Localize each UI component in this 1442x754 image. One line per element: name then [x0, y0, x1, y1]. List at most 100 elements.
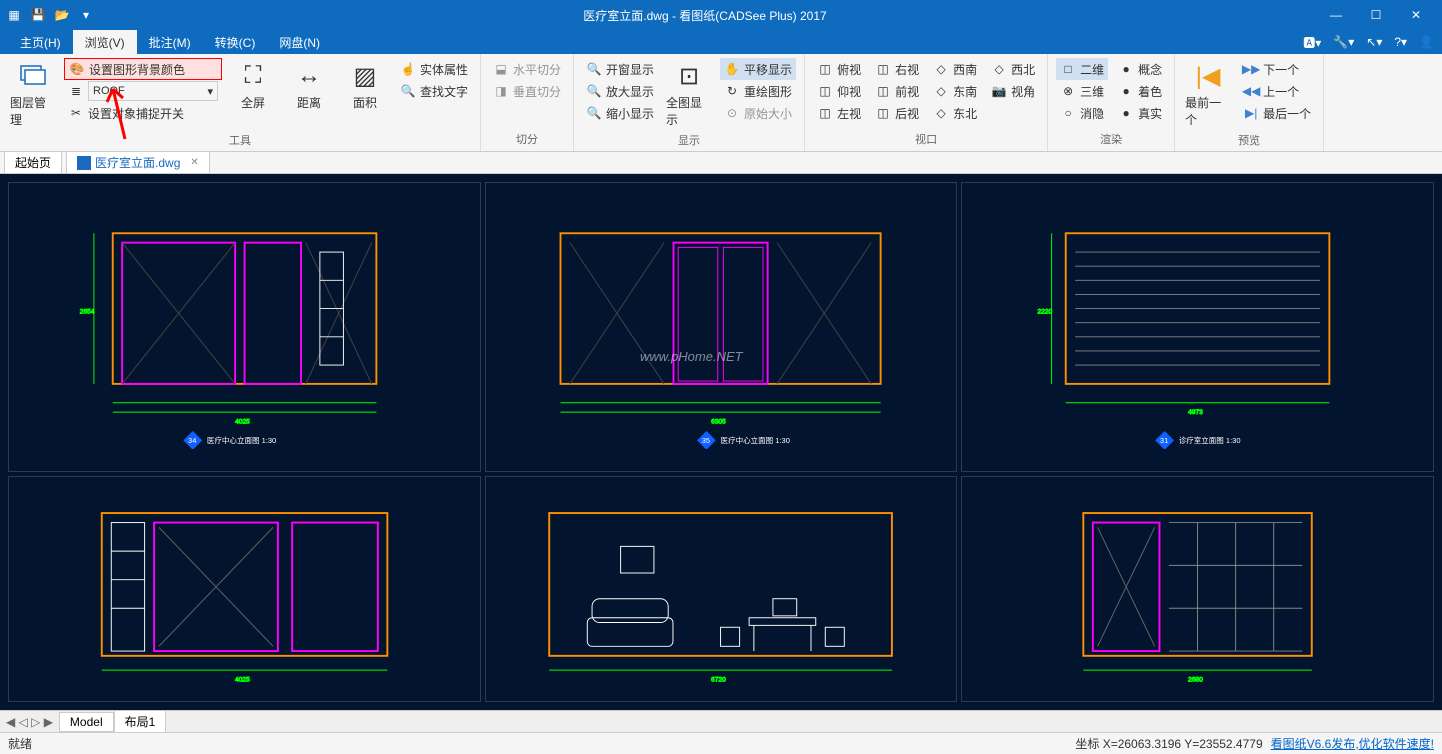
- se-view-button[interactable]: ◇东南: [929, 80, 981, 102]
- original-size-button: ⊙原始大小: [720, 102, 796, 124]
- minimize-button[interactable]: —: [1316, 0, 1356, 30]
- sw-view-button[interactable]: ◇西南: [929, 58, 981, 80]
- elevation-31: 4973 2220 31诊疗室立面图 1:30: [974, 205, 1421, 450]
- elevation-b1: 4025: [21, 494, 468, 684]
- first-button[interactable]: |◀ 最前一个: [1183, 58, 1233, 130]
- layout-nav-arrows[interactable]: ◀ ◁ ▷ ▶: [0, 715, 59, 729]
- menu-home[interactable]: 主页(H): [8, 30, 73, 54]
- cube-icon: ◫: [817, 61, 833, 77]
- v-split-button: ◨ 垂直切分: [489, 80, 565, 102]
- svg-text:诊疗室立面图 1:30: 诊疗室立面图 1:30: [1179, 435, 1241, 445]
- last-icon: ▶|: [1243, 105, 1259, 121]
- svg-text:31: 31: [1160, 436, 1168, 445]
- layer-manage-button[interactable]: 图层管理: [8, 58, 58, 130]
- elevation-b3: 2680: [974, 494, 1421, 684]
- zoom-out-button[interactable]: 🔍缩小显示: [582, 102, 658, 124]
- entity-props-button[interactable]: ☝ 实体属性: [396, 58, 472, 80]
- tab-start[interactable]: 起始页: [4, 151, 62, 173]
- rings-icon: ⊗: [1060, 83, 1076, 99]
- save-icon[interactable]: 💾: [30, 7, 46, 23]
- concept-button[interactable]: ●概念: [1114, 58, 1166, 80]
- color-icon: 🎨: [69, 61, 85, 77]
- zoom-window-icon: 🔍: [586, 61, 602, 77]
- menu-view[interactable]: 浏览(V): [73, 30, 137, 54]
- prev-icon: ◀◀: [1243, 83, 1259, 99]
- top-view-button[interactable]: ◫俯视: [813, 58, 865, 80]
- tab-layout1[interactable]: 布局1: [114, 710, 167, 733]
- user-icon[interactable]: 👤: [1419, 35, 1434, 49]
- view-angle-button[interactable]: 📷视角: [987, 80, 1039, 102]
- square-icon: □: [1060, 61, 1076, 77]
- pan-button[interactable]: ✋平移显示: [720, 58, 796, 80]
- drawing-canvas[interactable]: www.pHome.NET 4025 2654 34医疗中心立面图 1:30: [0, 174, 1442, 710]
- style-icon[interactable]: 🅰▾: [1303, 34, 1321, 51]
- status-coords: 坐标 X=26063.3196 Y=23552.4779: [1075, 735, 1262, 752]
- menu-bar: 主页(H) 浏览(V) 批注(M) 转换(C) 网盘(N) 🅰▾ 🔧▾ ↖▾ ?…: [0, 30, 1442, 54]
- left-view-button[interactable]: ◫左视: [813, 102, 865, 124]
- hide-button[interactable]: ○消隐: [1056, 102, 1108, 124]
- menu-right-tools: 🅰▾ 🔧▾ ↖▾ ?▾ 👤: [1303, 34, 1434, 51]
- maximize-button[interactable]: ☐: [1356, 0, 1396, 30]
- set-snap-button[interactable]: ✂ 设置对象捕捉开关: [64, 102, 222, 124]
- menu-annotate[interactable]: 批注(M): [137, 30, 203, 54]
- measure-icon: ↔: [293, 60, 325, 92]
- tab-model[interactable]: Model: [59, 712, 114, 732]
- back-view-button[interactable]: ◫后视: [871, 102, 923, 124]
- cube-icon: ◫: [875, 105, 891, 121]
- dropdown-icon[interactable]: ▾: [78, 7, 94, 23]
- help-icon[interactable]: ?▾: [1394, 35, 1407, 49]
- cube-icon: ◫: [875, 83, 891, 99]
- area-label: 面积: [353, 94, 377, 111]
- layers-small-icon: ≣: [68, 83, 84, 99]
- ribbon: 图层管理 🎨 设置图形背景颜色 ≣ ROOF▾ ✂ 设置对象捕捉开关 ⛶ 全屏: [0, 54, 1442, 152]
- menu-cloud[interactable]: 网盘(N): [267, 30, 332, 54]
- sphere-icon: ●: [1118, 105, 1134, 121]
- pan-icon: ✋: [724, 61, 740, 77]
- close-icon[interactable]: ✕: [190, 157, 198, 168]
- shade-button[interactable]: ●着色: [1114, 80, 1166, 102]
- prev-button[interactable]: ◀◀上一个: [1239, 80, 1315, 102]
- svg-text:4025: 4025: [235, 676, 250, 683]
- ne-view-button[interactable]: ◇东北: [929, 102, 981, 124]
- wrench-icon[interactable]: 🔧▾: [1333, 35, 1354, 49]
- find-text-button[interactable]: 🔍 查找文字: [396, 80, 472, 102]
- search-icon: 🔍: [400, 83, 416, 99]
- redraw-button[interactable]: ↻重绘图形: [720, 80, 796, 102]
- drawing-cell-35: 6305 35医疗中心立面图 1:30: [485, 182, 958, 472]
- ribbon-group-render: □二维 ⊗三维 ○消隐 ●概念 ●着色 ●真实 渲染: [1048, 54, 1175, 151]
- cube-icon: ◫: [817, 83, 833, 99]
- next-icon: ▶▶: [1243, 61, 1259, 77]
- area-button[interactable]: ▨ 面积: [340, 58, 390, 113]
- layer-manage-label: 图层管理: [10, 94, 56, 128]
- 2d-button[interactable]: □二维: [1056, 58, 1108, 80]
- bottom-view-button[interactable]: ◫仰视: [813, 80, 865, 102]
- svg-text:2220: 2220: [1038, 308, 1053, 315]
- nw-view-button[interactable]: ◇西北: [987, 58, 1039, 80]
- diamond-icon: ◇: [933, 83, 949, 99]
- zoom-extents-button[interactable]: ⊡ 全图显示: [664, 58, 714, 130]
- zoom-window-button[interactable]: 🔍开窗显示: [582, 58, 658, 80]
- zoom-out-icon: 🔍: [586, 105, 602, 121]
- tab-document[interactable]: 医疗室立面.dwg ✕: [66, 151, 210, 173]
- status-link[interactable]: 看图纸V6.6发布,优化软件速度!: [1271, 735, 1434, 752]
- distance-button[interactable]: ↔ 距离: [284, 58, 334, 113]
- menu-convert[interactable]: 转换(C): [203, 30, 268, 54]
- zoom-in-button[interactable]: 🔍放大显示: [582, 80, 658, 102]
- next-button[interactable]: ▶▶下一个: [1239, 58, 1315, 80]
- fullscreen-button[interactable]: ⛶ 全屏: [228, 58, 278, 113]
- open-icon[interactable]: 📂: [54, 7, 70, 23]
- close-button[interactable]: ✕: [1396, 0, 1436, 30]
- layer-select[interactable]: ≣ ROOF▾: [64, 80, 222, 102]
- front-view-button[interactable]: ◫前视: [871, 80, 923, 102]
- h-split-label: 水平切分: [513, 61, 561, 78]
- svg-text:2654: 2654: [80, 308, 95, 315]
- right-view-button[interactable]: ◫右视: [871, 58, 923, 80]
- svg-text:2680: 2680: [1188, 676, 1203, 683]
- cursor-icon[interactable]: ↖▾: [1366, 35, 1382, 49]
- set-bg-color-button[interactable]: 🎨 设置图形背景颜色: [64, 58, 222, 80]
- real-button[interactable]: ●真实: [1114, 102, 1166, 124]
- zoom-in-icon: 🔍: [586, 83, 602, 99]
- 3d-button[interactable]: ⊗三维: [1056, 80, 1108, 102]
- last-button[interactable]: ▶|最后一个: [1239, 102, 1315, 124]
- find-text-label: 查找文字: [420, 83, 468, 100]
